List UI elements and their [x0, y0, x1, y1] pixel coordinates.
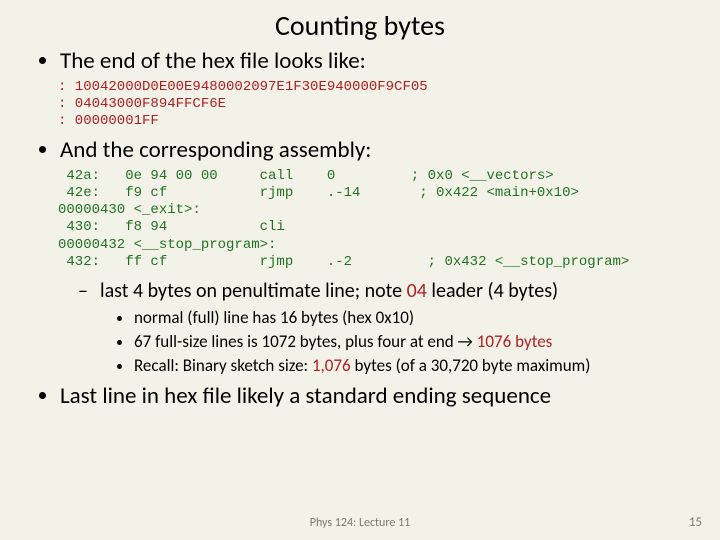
bullet-hex-intro: The end of the hex file looks like:	[60, 47, 696, 75]
bullet-last-line: Last line in hex file likely a standard …	[60, 382, 696, 410]
third-bullet-1076: 67 full-size lines is 1072 bytes, plus f…	[134, 331, 696, 352]
page-number: 15	[689, 515, 702, 530]
hex-code-block: : 10042000D0E00E9480002097E1F30E940000F9…	[0, 77, 720, 136]
subbullet-leader-post: leader (4 bytes)	[427, 279, 558, 303]
third-bullet-normal-line: normal (full) line has 16 bytes (hex 0x1…	[134, 307, 696, 328]
t2-red: 1076 bytes	[477, 331, 553, 352]
asm-code-block: 42a: 0e 94 00 00 call 0 ; 0x0 <__vectors…	[0, 166, 720, 276]
t2-pre: 67 full-size lines is 1072 bytes, plus f…	[134, 331, 477, 352]
footer-text: Phys 124: Lecture 11	[0, 516, 720, 530]
t3-pre: Recall: Binary sketch size:	[134, 355, 312, 376]
third-bullet-recall: Recall: Binary sketch size: 1,076 bytes …	[134, 355, 696, 376]
subbullet-leader-red: 04	[407, 279, 427, 303]
bullet-asm-intro: And the corresponding assembly:	[60, 136, 696, 164]
t3-red: 1,076	[312, 355, 351, 376]
t3-post: bytes (of a 30,720 byte maximum)	[351, 355, 591, 376]
subbullet-leader-pre: last 4 bytes on penultimate line; note	[100, 279, 407, 303]
slide-title: Counting bytes	[0, 0, 720, 47]
subbullet-leader: last 4 bytes on penultimate line; note 0…	[100, 279, 696, 303]
